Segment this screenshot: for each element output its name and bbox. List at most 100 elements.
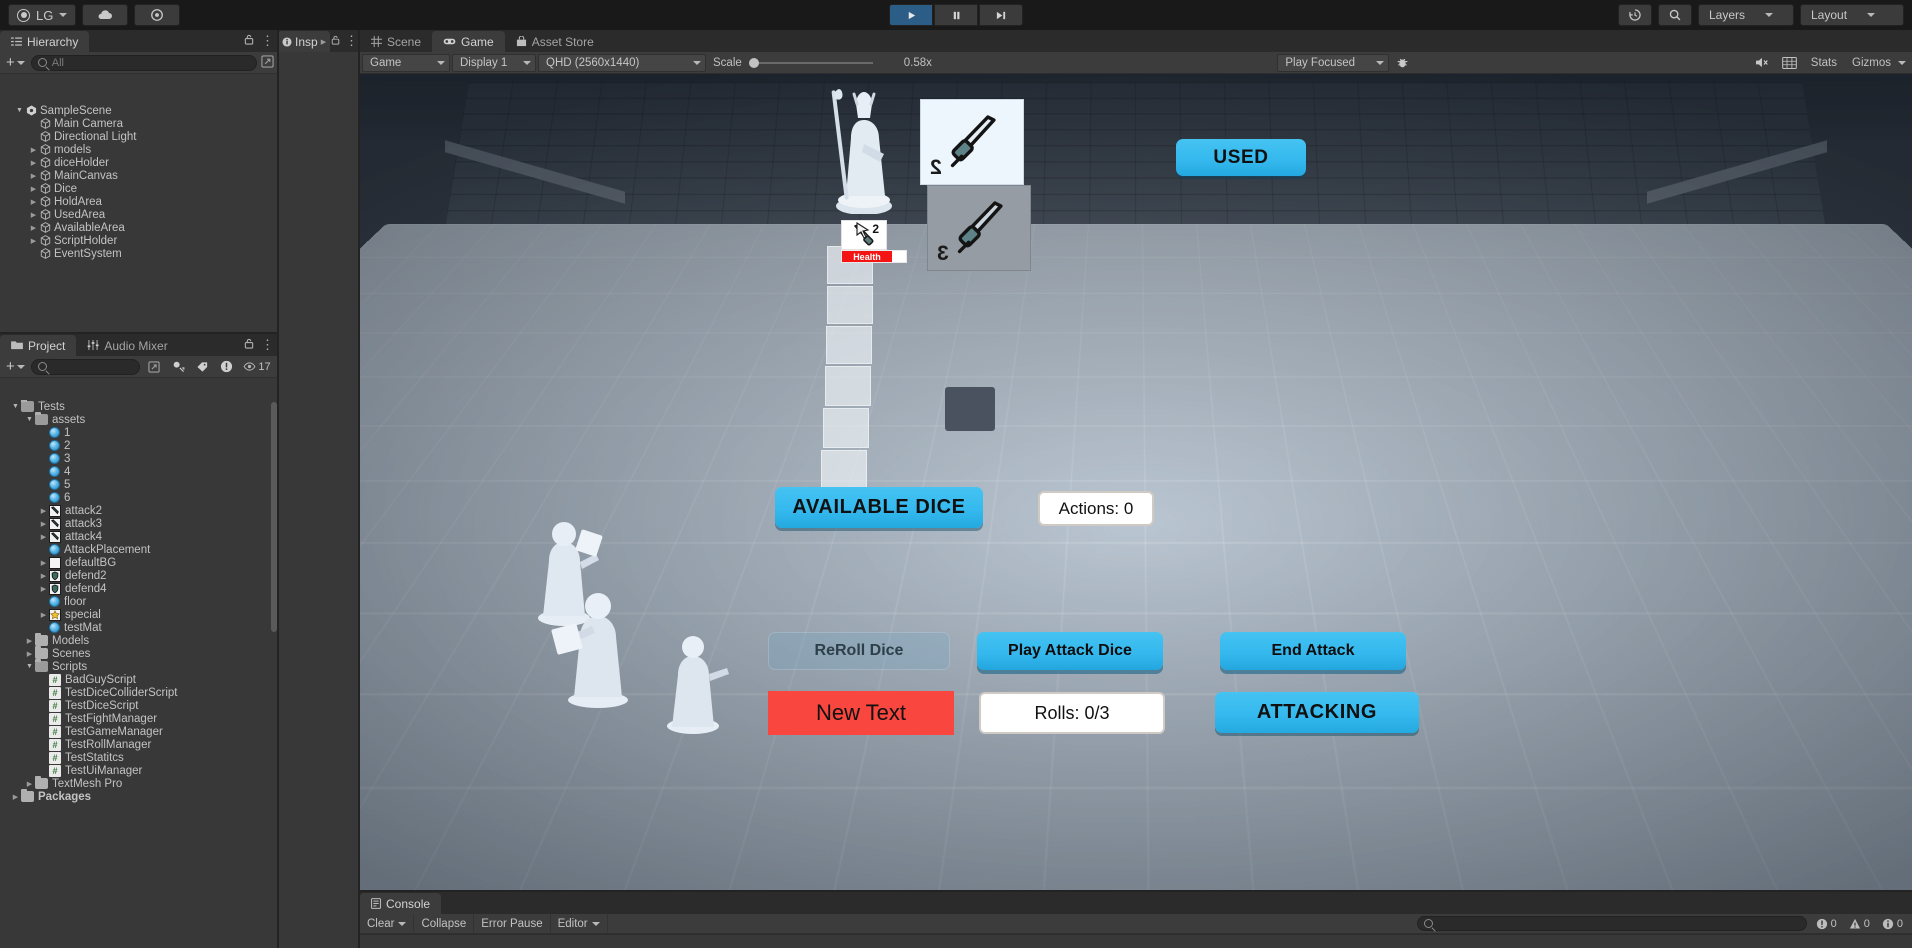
tree-row[interactable]: Directional Light [0, 130, 278, 143]
hierarchy-tree[interactable]: ▼ SampleScene Main Camera Directional Light… [0, 104, 278, 334]
search-button[interactable] [1658, 4, 1692, 26]
chevron-right-icon[interactable]: ▶ [28, 211, 39, 219]
tree-row[interactable]: # TestGameManager [0, 725, 270, 738]
dice-column-slot[interactable] [826, 326, 872, 364]
hierarchy-menu-icon[interactable]: ⋮ [261, 35, 274, 47]
tab-inspector[interactable]: Insp ▶ [278, 31, 330, 52]
info-count-badge[interactable]: 0 [1879, 918, 1906, 930]
tree-row[interactable]: ▶ HoldArea [0, 195, 278, 208]
view-mode-dropdown[interactable]: Game [362, 54, 450, 72]
step-button[interactable] [979, 4, 1023, 26]
create-object-button[interactable]: + [4, 58, 27, 68]
resolution-dropdown[interactable]: QHD (2560x1440) [538, 54, 706, 72]
chevron-right-icon[interactable]: ▶ [28, 146, 39, 154]
tree-row[interactable]: ▶ attack3 [0, 517, 270, 530]
editor-dropdown[interactable]: Editor [551, 914, 608, 934]
chevron-right-icon[interactable]: ▶ [24, 650, 35, 658]
tree-row[interactable]: ▶ Models [0, 634, 270, 647]
tree-row[interactable]: ▼ Scripts [0, 660, 270, 673]
collapse-button[interactable]: Collapse [414, 914, 474, 934]
tree-row[interactable]: # TestRollManager [0, 738, 270, 751]
tree-row[interactable]: # BadGuyScript [0, 673, 270, 686]
used-card-bottom[interactable]: 3 [927, 185, 1031, 271]
project-eye-count[interactable]: 17 [240, 358, 274, 375]
project-filter-type-icon[interactable] [168, 358, 188, 375]
tab-hierarchy[interactable]: Hierarchy [0, 31, 89, 52]
chevron-down-icon[interactable]: ▼ [14, 107, 25, 114]
chevron-down-icon[interactable]: ▼ [24, 663, 35, 670]
play-mode-dropdown[interactable]: Play Focused [1277, 54, 1389, 72]
tree-row[interactable]: 6 [0, 491, 270, 504]
display-dropdown[interactable]: Display 1 [452, 54, 536, 72]
tab-audio-mixer[interactable]: Audio Mixer [76, 335, 178, 356]
tree-row[interactable]: ▶ attack2 [0, 504, 270, 517]
tree-row[interactable]: ▼ SampleScene [0, 104, 278, 117]
hierarchy-search-input[interactable] [52, 57, 250, 69]
tree-row[interactable]: # TestFightManager [0, 712, 270, 725]
divider-hierarchy-project[interactable] [0, 332, 277, 334]
error-pause-button[interactable]: Error Pause [474, 914, 550, 934]
chevron-right-icon[interactable]: ▶ [28, 185, 39, 193]
tree-row[interactable]: testMat [0, 621, 270, 634]
tree-row[interactable]: # TestUiManager [0, 764, 270, 777]
tree-row[interactable]: AttackPlacement [0, 543, 270, 556]
mute-audio-icon[interactable] [1752, 54, 1774, 72]
divider-game-console[interactable] [360, 890, 1912, 892]
warning-count-badge[interactable]: 0 [1846, 918, 1873, 930]
end-attack-button[interactable]: End Attack [1220, 632, 1406, 670]
clear-button[interactable]: Clear [360, 914, 414, 934]
dice-column-slot[interactable] [823, 408, 869, 448]
lock-icon[interactable] [331, 33, 340, 48]
tab-scene[interactable]: Scene [360, 31, 432, 52]
dice-column-slot[interactable] [821, 450, 867, 492]
tree-row[interactable]: ▶ Packages [0, 790, 270, 803]
aspect-icon[interactable] [1779, 54, 1801, 72]
tree-row[interactable]: ▶ models [0, 143, 278, 156]
tree-row[interactable]: ▶ MainCanvas [0, 169, 278, 182]
hierarchy-search-box[interactable] [31, 55, 257, 71]
chevron-right-icon[interactable]: ▶ [24, 780, 35, 788]
chevron-right-icon[interactable]: ▶ [24, 637, 35, 645]
lock-icon[interactable] [244, 33, 254, 48]
project-create-button[interactable]: + [4, 362, 27, 372]
hierarchy-filter-icon[interactable] [261, 55, 274, 71]
cloud-button[interactable] [82, 4, 128, 26]
project-search-input[interactable] [52, 361, 133, 373]
project-filter-label-icon[interactable] [192, 358, 212, 375]
enemy-character[interactable] [820, 84, 906, 214]
chevron-down-icon[interactable] [398, 922, 406, 926]
tree-row[interactable]: ▶ TextMesh Pro [0, 777, 270, 790]
chevron-right-icon[interactable]: ▶ [38, 611, 49, 619]
lock-icon[interactable] [244, 337, 254, 352]
gizmos-button[interactable]: Gizmos [1847, 57, 1893, 69]
chevron-right-icon[interactable]: ▶ [38, 559, 49, 567]
project-open-window-icon[interactable] [144, 358, 164, 375]
chevron-right-icon[interactable]: ▶ [28, 159, 39, 167]
tab-game[interactable]: Game [432, 31, 505, 52]
chevron-right-icon[interactable]: ▶ [28, 237, 39, 245]
tree-row[interactable]: # TestStatitcs [0, 751, 270, 764]
dice-column-slot[interactable] [825, 366, 871, 406]
chevron-right-icon[interactable]: ▶ [38, 507, 49, 515]
tree-row[interactable]: ▶ UsedArea [0, 208, 278, 221]
scale-slider-knob[interactable] [749, 58, 759, 68]
tab-console[interactable]: Console [360, 893, 441, 914]
account-button[interactable]: LG [8, 4, 76, 26]
history-button[interactable] [1618, 4, 1652, 26]
reroll-dice-button[interactable]: ReRoll Dice [768, 632, 950, 670]
tab-project[interactable]: Project [0, 335, 76, 356]
play-attack-dice-button[interactable]: Play Attack Dice [977, 632, 1163, 670]
tree-row[interactable]: floor [0, 595, 270, 608]
project-info-icon[interactable] [216, 358, 236, 375]
console-search-box[interactable] [1417, 916, 1807, 931]
console-search-input[interactable] [1437, 918, 1800, 930]
project-tree[interactable]: ▼ Tests ▼ assets 1 2 3 4 5 6 ▶ attack2 ▶ attack3 ▶ atta… [0, 400, 270, 948]
tree-row[interactable]: 5 [0, 478, 270, 491]
chevron-right-icon[interactable]: ▶ [38, 533, 49, 541]
tree-row[interactable]: ▼ assets [0, 413, 270, 426]
tree-row[interactable]: ▶ special [0, 608, 270, 621]
project-menu-icon[interactable]: ⋮ [261, 339, 274, 351]
settings-button[interactable] [134, 4, 180, 26]
project-search-box[interactable] [31, 359, 140, 375]
divider-hierarchy-inspector[interactable] [277, 30, 279, 948]
